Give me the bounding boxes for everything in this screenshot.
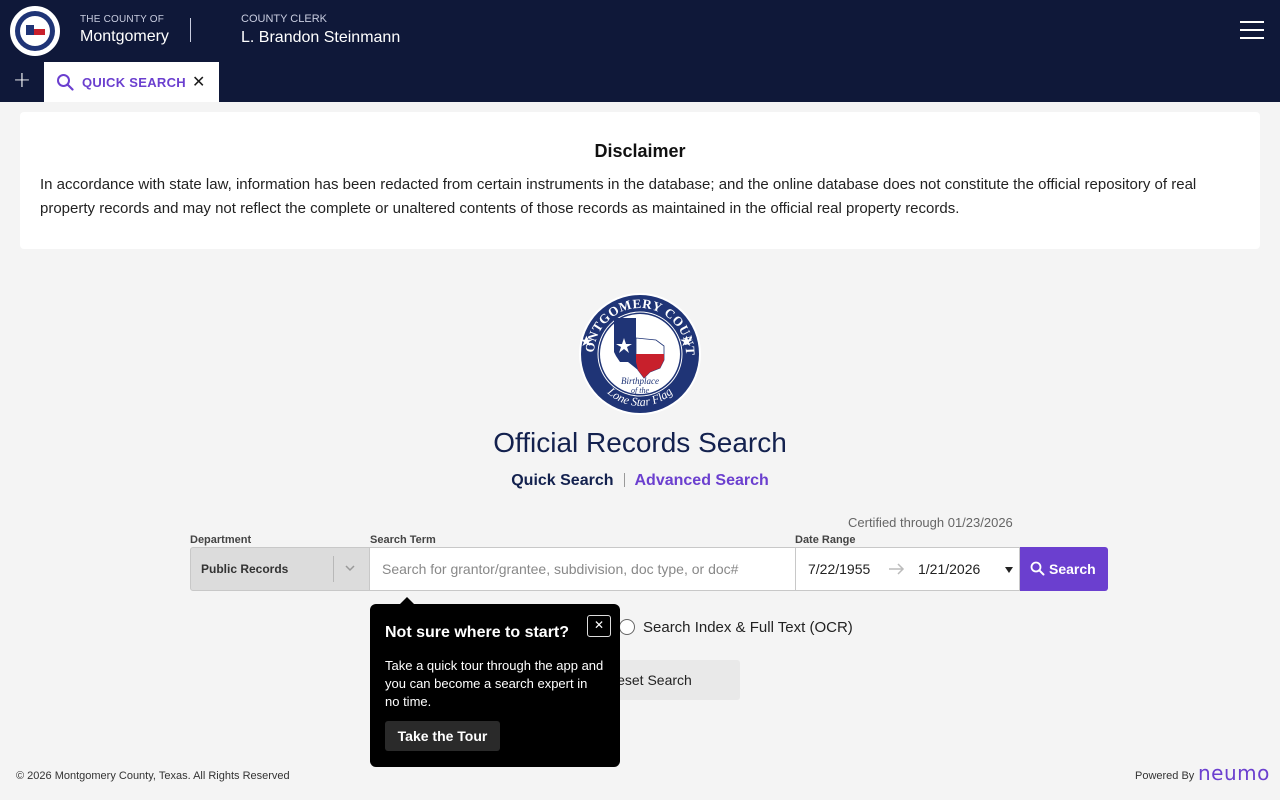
advanced-search-link[interactable]: Advanced Search <box>635 472 769 489</box>
date-from-field[interactable]: 7/22/1955 <box>808 561 870 577</box>
close-icon[interactable]: ✕ <box>587 615 611 637</box>
take-tour-button[interactable]: Take the Tour <box>385 721 500 751</box>
clerk-title: COUNTY CLERK L. Brandon Steinmann <box>241 13 400 47</box>
department-label: Department <box>190 534 252 546</box>
hamburger-icon[interactable] <box>1240 21 1264 41</box>
search-icon <box>57 74 74 91</box>
county-title: THE COUNTY OF Montgomery <box>80 14 169 46</box>
search-mode-links: Quick Search Advanced Search <box>0 472 1280 490</box>
county-seal-emblem: MONTGOMERY COUNTY Lone Star Flag Birthpl… <box>578 292 701 415</box>
search-button-label: Search <box>1049 561 1096 577</box>
date-range-label: Date Range <box>795 534 856 546</box>
neumo-logo[interactable]: neumo <box>1198 761 1270 785</box>
county-seal-logo[interactable] <box>10 6 60 56</box>
page-title: Official Records Search <box>493 427 787 458</box>
search-icon <box>1030 561 1045 576</box>
powered-by-text: Powered By <box>1135 770 1195 782</box>
disclaimer-text: In accordance with state law, informatio… <box>40 176 1197 217</box>
close-icon[interactable]: ✕ <box>192 72 205 91</box>
menu-bar <box>1240 21 1264 23</box>
tour-popover: Not sure where to start? ✕ Take a quick … <box>370 597 620 767</box>
certified-date: Certified through 01/23/2026 <box>848 515 1013 530</box>
tab-quick-search[interactable]: QUICK SEARCH ✕ <box>44 62 219 102</box>
department-select[interactable]: Public Records <box>190 547 370 591</box>
clerk-prefix: COUNTY CLERK <box>241 13 327 25</box>
link-separator <box>623 473 625 487</box>
search-button[interactable]: Search <box>1020 547 1108 591</box>
search-input[interactable] <box>369 547 796 591</box>
tab-bar: + QUICK SEARCH ✕ <box>0 62 1280 102</box>
tab-label: QUICK SEARCH <box>82 75 186 90</box>
seal-flag-red <box>34 29 45 35</box>
clerk-name: L. Brandon Steinmann <box>241 29 401 46</box>
county-name: Montgomery <box>80 28 169 45</box>
seal-inner-text-1: Birthplace <box>621 376 659 386</box>
popover-body: Take a quick tour through the app and yo… <box>385 658 604 709</box>
popover-arrow <box>400 597 414 604</box>
copyright-text: © 2026 Montgomery County, Texas. All Rig… <box>16 770 290 782</box>
department-value: Public Records <box>201 562 289 576</box>
quick-search-link[interactable]: Quick Search <box>511 472 613 489</box>
popover-title: Not sure where to start? <box>385 624 570 641</box>
disclaimer-panel: Disclaimer In accordance with state law,… <box>20 112 1260 249</box>
menu-bar <box>1240 29 1264 31</box>
seal-inner-text-2: of the <box>631 386 649 395</box>
date-to-field[interactable]: 1/21/2026 <box>918 561 980 577</box>
chevron-down-icon <box>345 565 355 572</box>
header-divider <box>190 18 191 42</box>
plus-icon[interactable]: + <box>10 70 34 93</box>
caret-down-icon[interactable] <box>1005 567 1013 573</box>
seal-flag-blue <box>26 25 34 35</box>
date-range-picker[interactable]: 7/22/1955 1/21/2026 <box>795 547 1020 591</box>
menu-bar <box>1240 37 1264 39</box>
arrow-right-icon <box>889 563 905 575</box>
top-header: THE COUNTY OF Montgomery COUNTY CLERK L.… <box>0 0 1280 62</box>
disclaimer-title: Disclaimer <box>594 141 686 161</box>
county-prefix: THE COUNTY OF <box>80 14 165 25</box>
ocr-radio[interactable] <box>619 619 635 635</box>
ocr-radio-label[interactable]: Search Index & Full Text (OCR) <box>643 619 853 636</box>
search-term-label: Search Term <box>370 534 436 546</box>
select-divider <box>333 556 334 582</box>
